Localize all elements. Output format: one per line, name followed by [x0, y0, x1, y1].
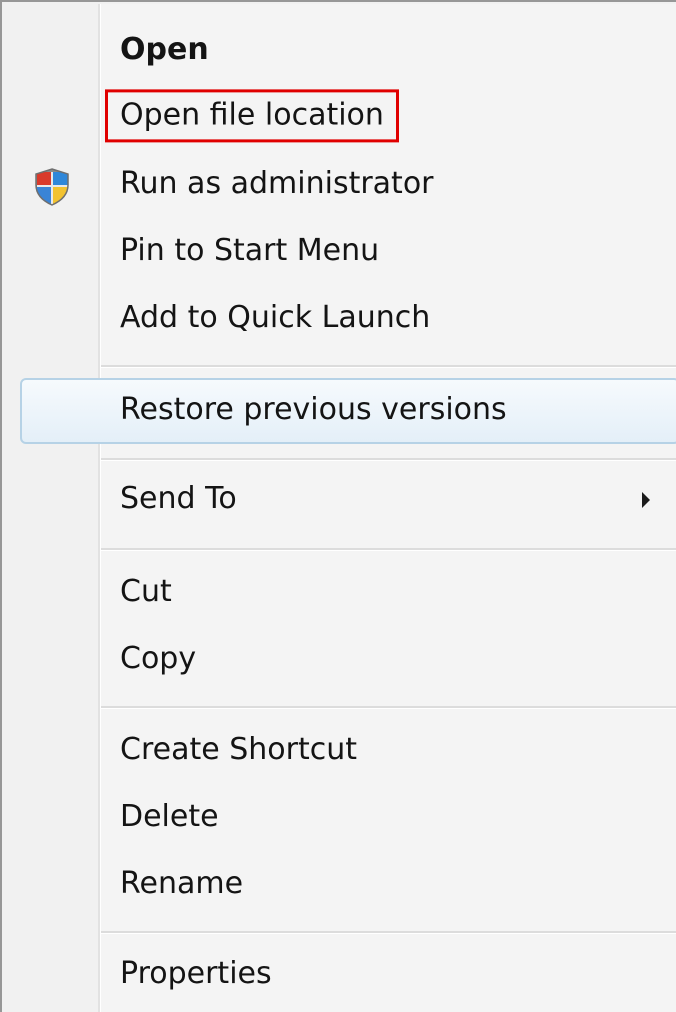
menu-item-label: Pin to Start Menu [120, 233, 380, 269]
menu-separator [101, 458, 676, 461]
menu-separator [101, 706, 676, 709]
menu-item-label: Rename [120, 866, 244, 902]
menu-item-label: Add to Quick Launch [120, 300, 431, 336]
menu-item-label: Cut [120, 574, 172, 610]
context-menu: Open Open file location Run as administr… [0, 0, 676, 1012]
menu-separator [101, 931, 676, 934]
menu-item-label: Open [120, 32, 209, 68]
menu-item-rename[interactable]: Rename [2, 853, 676, 917]
menu-item-restore-previous-versions[interactable]: Restore previous versions [20, 378, 676, 444]
menu-item-label: Run as administrator [120, 166, 434, 202]
menu-item-create-shortcut[interactable]: Create Shortcut [2, 719, 676, 783]
menu-item-delete[interactable]: Delete [2, 786, 676, 850]
menu-item-cut[interactable]: Cut [2, 561, 676, 625]
menu-separator [101, 548, 676, 551]
menu-item-run-as-administrator[interactable]: Run as administrator [2, 153, 676, 217]
menu-item-label: Delete [120, 799, 219, 835]
menu-item-copy[interactable]: Copy [2, 628, 676, 692]
menu-item-add-to-quick-launch[interactable]: Add to Quick Launch [2, 287, 676, 351]
menu-item-label-highlighted: Open file location [105, 89, 399, 143]
menu-item-open[interactable]: Open [2, 19, 676, 83]
menu-item-send-to[interactable]: Send To [2, 468, 676, 532]
menu-item-pin-to-start-menu[interactable]: Pin to Start Menu [2, 220, 676, 284]
menu-item-properties[interactable]: Properties [2, 943, 676, 1007]
menu-item-label: Copy [120, 641, 197, 677]
menu-item-label: Send To [120, 481, 237, 517]
uac-shield-icon [35, 168, 69, 206]
menu-item-open-file-location[interactable]: Open file location [2, 86, 676, 150]
menu-item-label: Create Shortcut [120, 732, 357, 768]
menu-item-label: Restore previous versions [120, 392, 507, 428]
menu-separator [101, 365, 676, 368]
submenu-arrow-icon [642, 492, 650, 508]
menu-item-label: Properties [120, 956, 272, 992]
